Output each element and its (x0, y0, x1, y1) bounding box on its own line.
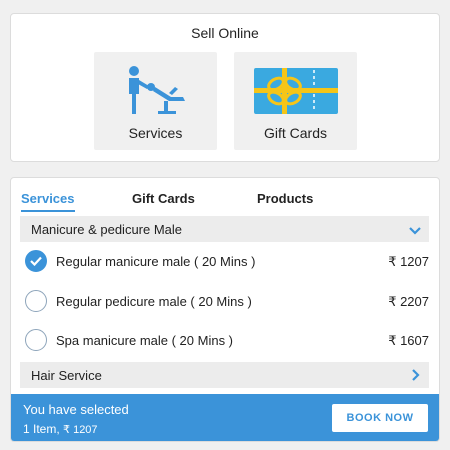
sell-online-title: Sell Online (191, 25, 259, 41)
selection-item-count: 1 Item, (23, 422, 64, 436)
services-tile[interactable]: Services (94, 52, 217, 150)
service-row[interactable]: Spa manicure male ( 20 Mins ) ₹ 1607 (20, 325, 429, 355)
salon-chair-icon (124, 65, 188, 122)
radio-unchecked[interactable] (25, 329, 47, 351)
radio-unchecked[interactable] (25, 290, 47, 312)
selection-total: ₹ 1207 (63, 424, 98, 436)
checkmark-icon (30, 256, 42, 266)
service-row[interactable]: Regular pedicure male ( 20 Mins ) ₹ 2207 (20, 286, 429, 316)
tab-services[interactable]: Services (21, 191, 75, 212)
selection-bar: You have selected 1 Item, ₹ 1207 BOOK NO… (11, 394, 439, 441)
service-price: ₹ 2207 (388, 294, 429, 309)
chevron-right-icon (411, 368, 421, 386)
sell-online-card: Sell Online Services Gift Cards (10, 13, 440, 162)
gift-card-icon (253, 68, 338, 119)
services-panel: Services Gift Cards Products Manicure & … (10, 177, 440, 442)
service-row[interactable]: Regular manicure male ( 20 Mins ) ₹ 1207 (20, 246, 429, 276)
selection-summary-label: You have selected (23, 402, 129, 417)
gift-cards-tile[interactable]: Gift Cards (234, 52, 357, 150)
services-tile-label: Services (128, 125, 183, 141)
service-name: Regular pedicure male ( 20 Mins ) (56, 294, 252, 309)
service-name: Spa manicure male ( 20 Mins ) (56, 333, 234, 348)
selection-summary-detail: 1 Item, ₹ 1207 (23, 422, 98, 436)
service-name: Regular manicure male ( 20 Mins ) (56, 254, 256, 269)
book-now-button[interactable]: BOOK NOW (332, 404, 428, 432)
tab-products[interactable]: Products (257, 191, 313, 210)
group-label: Hair Service (31, 368, 102, 383)
tab-bar: Services Gift Cards Products (11, 178, 439, 212)
group-header-manicure-pedicure[interactable]: Manicure & pedicure Male (20, 216, 429, 242)
group-label: Manicure & pedicure Male (31, 222, 183, 237)
service-price: ₹ 1207 (388, 254, 429, 269)
service-price: ₹ 1607 (388, 333, 429, 348)
tab-gift-cards[interactable]: Gift Cards (132, 191, 195, 210)
group-header-hair-service[interactable]: Hair Service (20, 362, 429, 388)
chevron-down-icon (409, 223, 421, 241)
gift-cards-tile-label: Gift Cards (263, 125, 327, 141)
radio-checked[interactable] (25, 250, 47, 272)
